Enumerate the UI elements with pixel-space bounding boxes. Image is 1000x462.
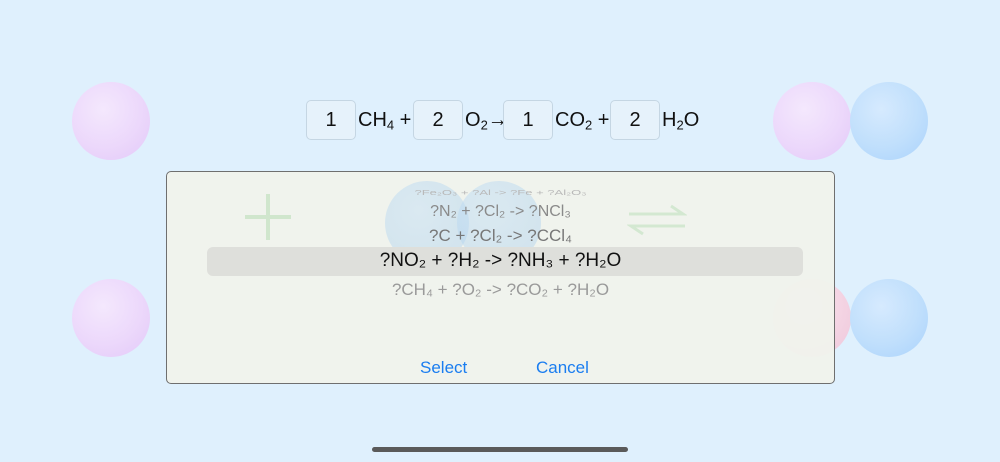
home-indicator <box>372 447 628 452</box>
equation: 1 CH4 + 2 O2→ 1 CO2 + 2 H2O <box>0 100 1000 140</box>
picker-row[interactable]: ?C + ?Cl₂ -> ?CCl₄ <box>167 226 834 246</box>
cancel-button[interactable]: Cancel <box>536 358 589 378</box>
coefficient-field-3[interactable]: 1 <box>503 100 553 140</box>
species-co2: CO2 + <box>555 109 610 133</box>
picker-row[interactable]: ?Fe₂O₃ + ?Al -> ?Fe + ?Al₂O₃ <box>167 188 834 196</box>
bubble-left-bottom <box>72 279 150 357</box>
species-h2o: H2O <box>662 109 700 133</box>
species-o2: O2→ <box>465 109 508 133</box>
picker-row[interactable]: ?N₂ + ?Cl₂ -> ?NCl₃ <box>167 203 834 221</box>
coefficient-field-1[interactable]: 1 <box>306 100 356 140</box>
picker-row[interactable]: ?CH₄ + ?O₂ -> ?CO₂ + ?H₂O <box>167 280 834 300</box>
coefficient-field-4[interactable]: 2 <box>610 100 660 140</box>
species-ch4: CH4 + <box>358 109 412 133</box>
select-button[interactable]: Select <box>420 358 467 378</box>
bubble-right-bottom-blue <box>850 279 928 357</box>
picker-row-selected[interactable]: ?NO₂ + ?H₂ -> ?NH₃ + ?H₂O <box>167 250 834 272</box>
coefficient-field-2[interactable]: 2 <box>413 100 463 140</box>
equation-picker-sheet: ?Fe₂O₃ + ?Al -> ?Fe + ?Al₂O₃ ?N₂ + ?Cl₂ … <box>166 171 835 384</box>
